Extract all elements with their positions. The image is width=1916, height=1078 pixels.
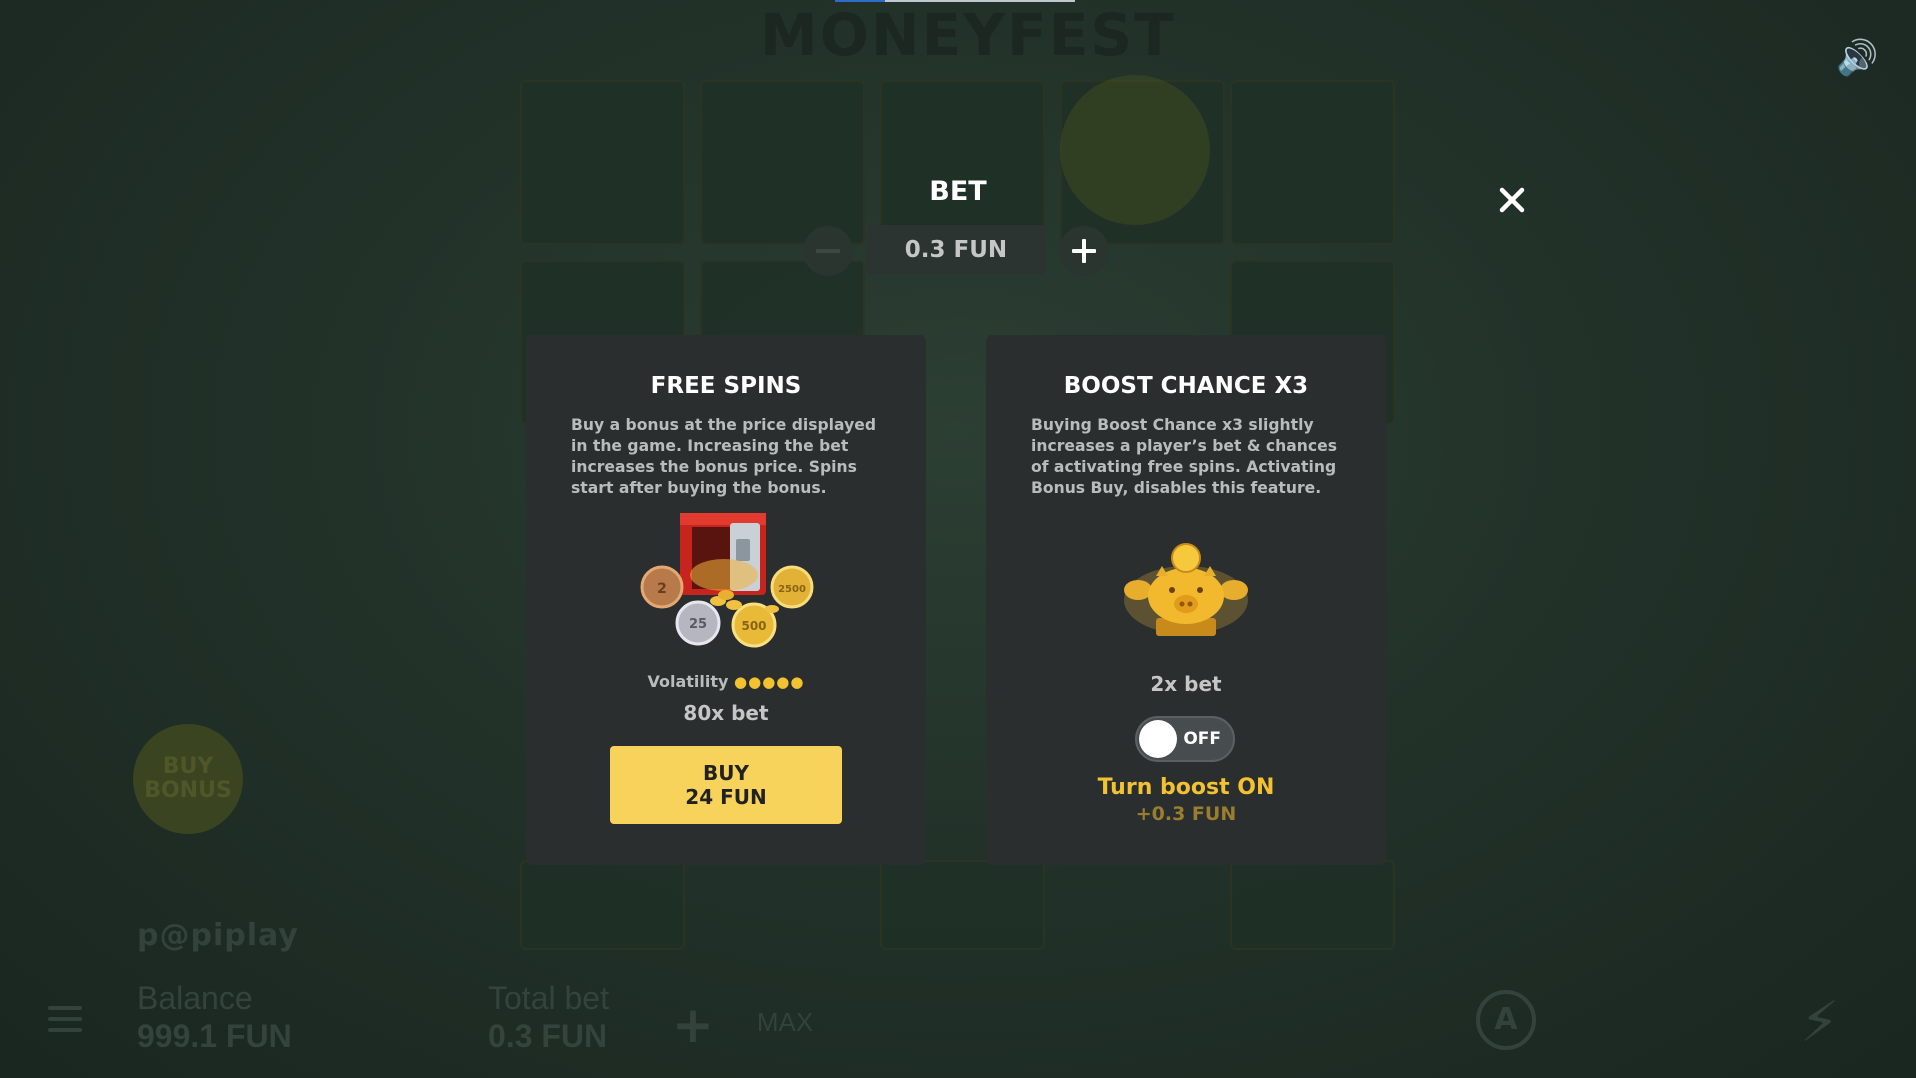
buy-price: 24 FUN: [685, 785, 767, 809]
game-logo: MONEYFEST: [760, 1, 1176, 69]
increase-bet-button[interactable]: [1059, 226, 1109, 276]
boost-title: BOOST CHANCE X3: [1063, 373, 1309, 399]
autoplay-button[interactable]: A: [1476, 990, 1536, 1050]
treasure-chest-image: 2 2500 25 500: [626, 505, 826, 665]
max-bet-button[interactable]: MAX: [740, 1000, 830, 1044]
minus-icon: [816, 249, 840, 253]
volatility-dots: ●●●●●: [734, 673, 805, 691]
decrease-bet-button[interactable]: [803, 226, 853, 276]
speaker-icon[interactable]: 🔊: [1836, 38, 1878, 78]
turn-boost-on-label: Turn boost ON: [1097, 775, 1275, 800]
svg-text:2: 2: [657, 581, 667, 597]
game-background: MONEYFEST 🔊 BUY BONUS p@piplay Balance 9…: [0, 0, 1916, 1078]
free-spins-description: Buy a bonus at the price displayed in th…: [571, 416, 876, 497]
buy-bonus-label: BUY BONUS: [144, 754, 232, 803]
buy-free-spins-button[interactable]: BUY 24 FUN: [610, 746, 842, 824]
boost-toggle[interactable]: OFF: [1135, 716, 1235, 762]
reel-cell: [880, 860, 1045, 950]
boost-multiplier: 2x bet: [1150, 672, 1222, 696]
total-bet-value: 0.3 FUN: [488, 1018, 608, 1054]
bet-value: 0.3 FUN: [866, 225, 1046, 275]
volatility-indicator: Volatility ●●●●●: [526, 672, 926, 691]
svg-text:25: 25: [689, 617, 707, 632]
close-icon[interactable]: [1490, 178, 1534, 222]
balance-value: 999.1 FUN: [137, 1018, 292, 1054]
reel-cell: [700, 80, 865, 245]
reel-cell: [520, 860, 685, 950]
free-spins-multiplier: 80x bet: [683, 701, 769, 725]
toggle-state: OFF: [1183, 729, 1221, 749]
volatility-label: Volatility: [647, 672, 729, 691]
total-bet-label: Total bet: [488, 980, 609, 1016]
bg-plus-icon[interactable]: +: [672, 996, 714, 1054]
free-spins-title: FREE SPINS: [650, 373, 802, 399]
plus-icon: [1072, 239, 1096, 263]
boost-description: Buying Boost Chance x3 slightly increase…: [1031, 416, 1337, 497]
free-spins-card: FREE SPINS Buy a bonus at the price disp…: [526, 335, 926, 865]
golden-piggy-image: [1116, 530, 1256, 650]
buy-label: BUY: [703, 761, 749, 785]
lightning-icon[interactable]: ⚡: [1800, 990, 1839, 1055]
bet-title: BET: [929, 176, 987, 207]
reel-cell: [1230, 80, 1395, 245]
reel-cell: [520, 80, 685, 245]
svg-text:2500: 2500: [778, 584, 806, 595]
menu-icon[interactable]: [48, 1006, 82, 1032]
reel-cell: [880, 80, 1045, 245]
boost-chance-card: BOOST CHANCE X3 Buying Boost Chance x3 s…: [986, 335, 1386, 865]
svg-text:500: 500: [741, 619, 766, 633]
buy-bonus-button[interactable]: BUY BONUS: [133, 724, 243, 834]
brand-logo: p@piplay: [137, 918, 299, 953]
toggle-knob: [1139, 720, 1177, 758]
boost-price: +0.3 FUN: [1135, 803, 1237, 825]
reel-cell: [1230, 860, 1395, 950]
balance-label: Balance: [137, 980, 253, 1016]
